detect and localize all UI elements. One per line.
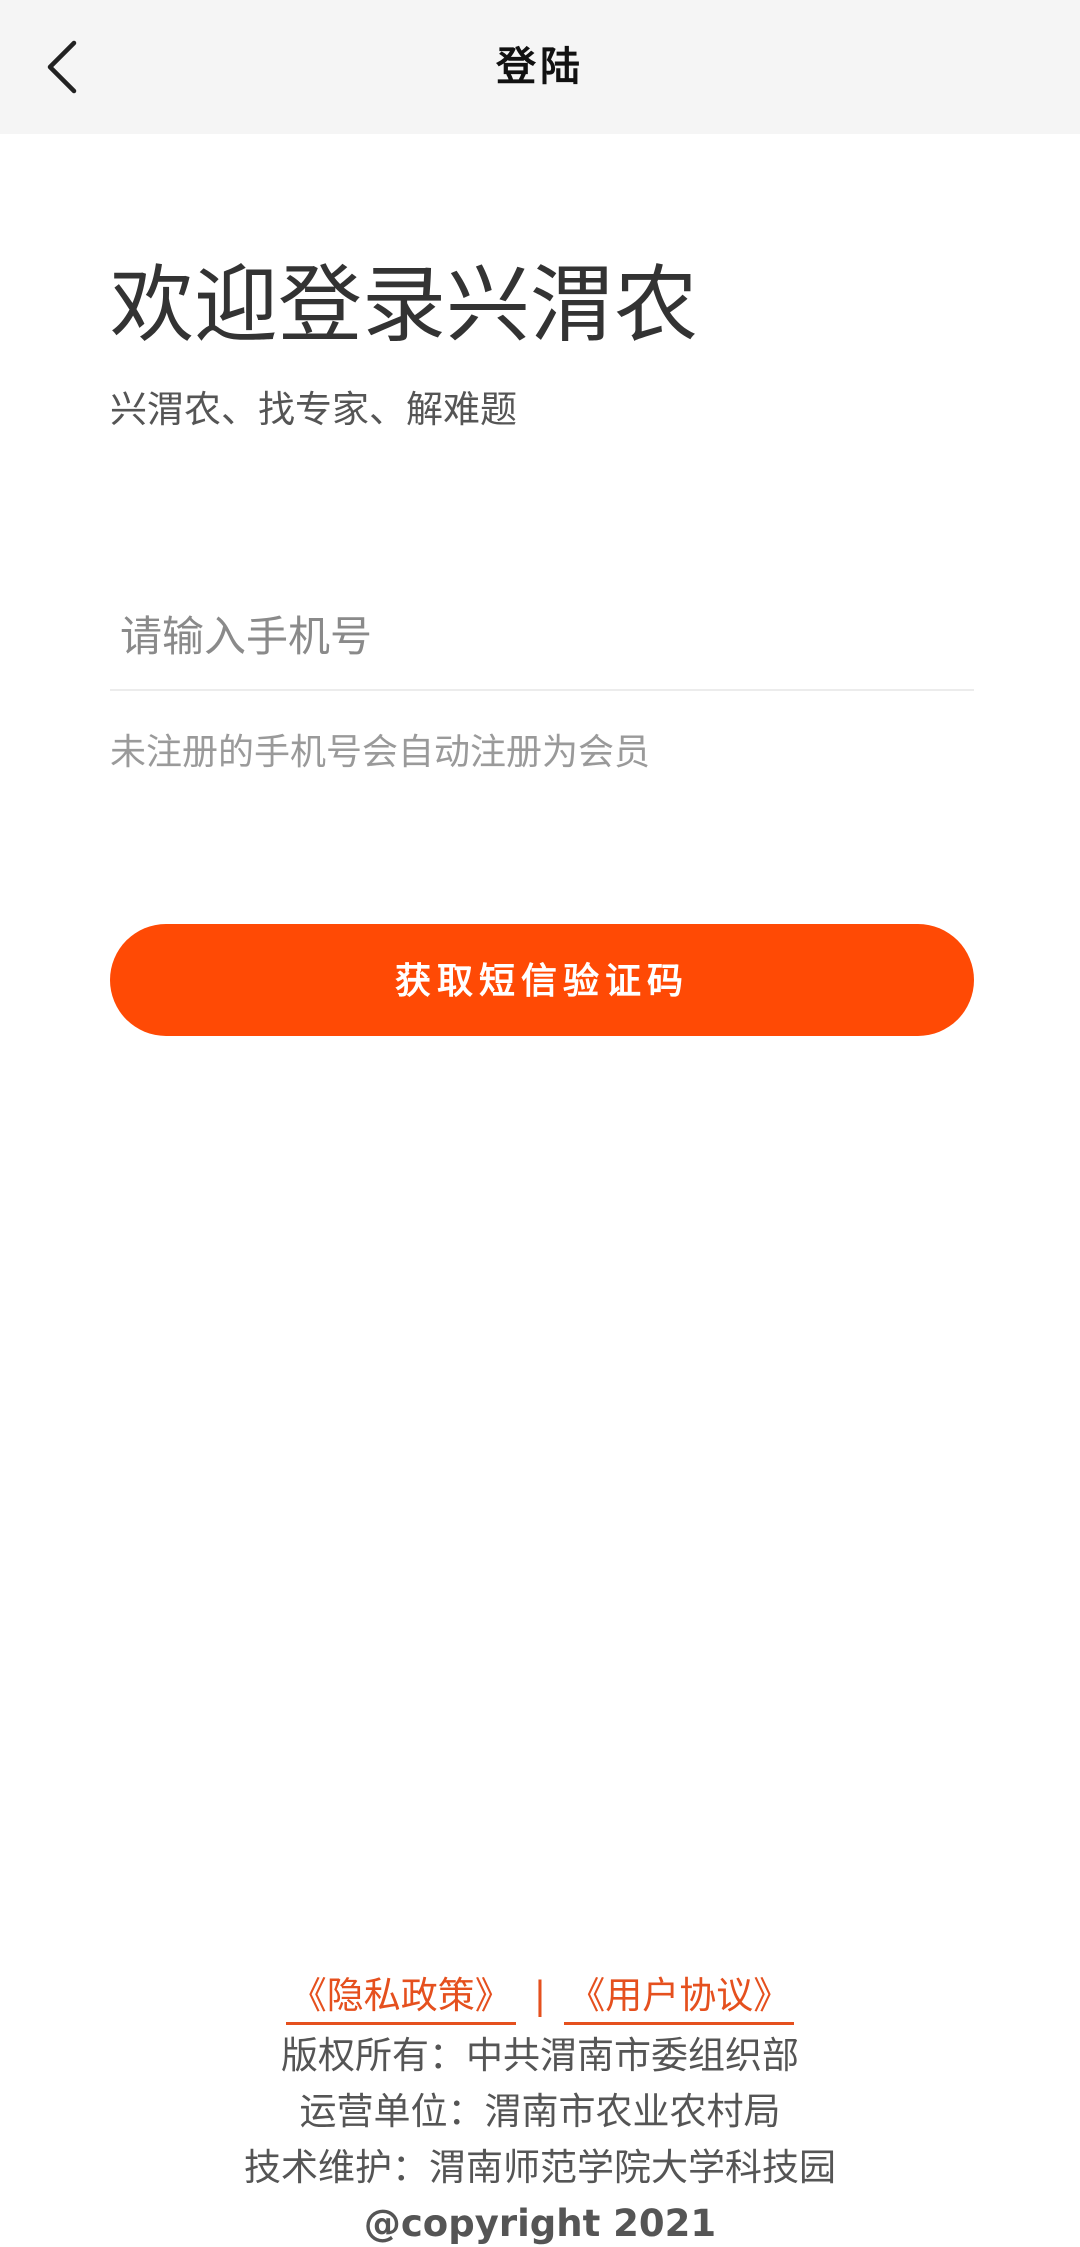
policy-separator: | xyxy=(533,1974,547,2017)
login-page: 登陆 欢迎登录兴渭农 兴渭农、找专家、解难题 未注册的手机号会自动注册为会员 获… xyxy=(0,0,1080,2247)
operator-text: 运营单位：渭南市农业农村局 xyxy=(299,2090,781,2133)
top-bar: 登陆 xyxy=(0,0,1080,134)
phone-input[interactable] xyxy=(110,583,974,691)
policy-links: 《隐私政策》 | 《用户协议》 xyxy=(0,1968,1080,2028)
copyright-owner-text: 版权所有：中共渭南市委组织部 xyxy=(281,2034,799,2077)
welcome-subtitle: 兴渭农、找专家、解难题 xyxy=(110,388,517,431)
register-hint: 未注册的手机号会自动注册为会员 xyxy=(110,732,651,773)
page-title: 登陆 xyxy=(496,43,584,90)
welcome-title: 欢迎登录兴渭农 xyxy=(110,256,699,354)
get-sms-code-button[interactable]: 获取短信验证码 xyxy=(110,924,974,1036)
privacy-policy-link[interactable]: 《隐私政策》 xyxy=(285,1970,516,2025)
footer: 《隐私政策》 | 《用户协议》 版权所有：中共渭南市委组织部 运营单位：渭南市农业农… xyxy=(0,1968,1080,2247)
user-agreement-link[interactable]: 《用户协议》 xyxy=(564,1970,795,2025)
copyright-text: @copyright 2021 xyxy=(363,2202,717,2245)
tech-support-text: 技术维护：渭南师范学院大学科技园 xyxy=(244,2146,836,2189)
